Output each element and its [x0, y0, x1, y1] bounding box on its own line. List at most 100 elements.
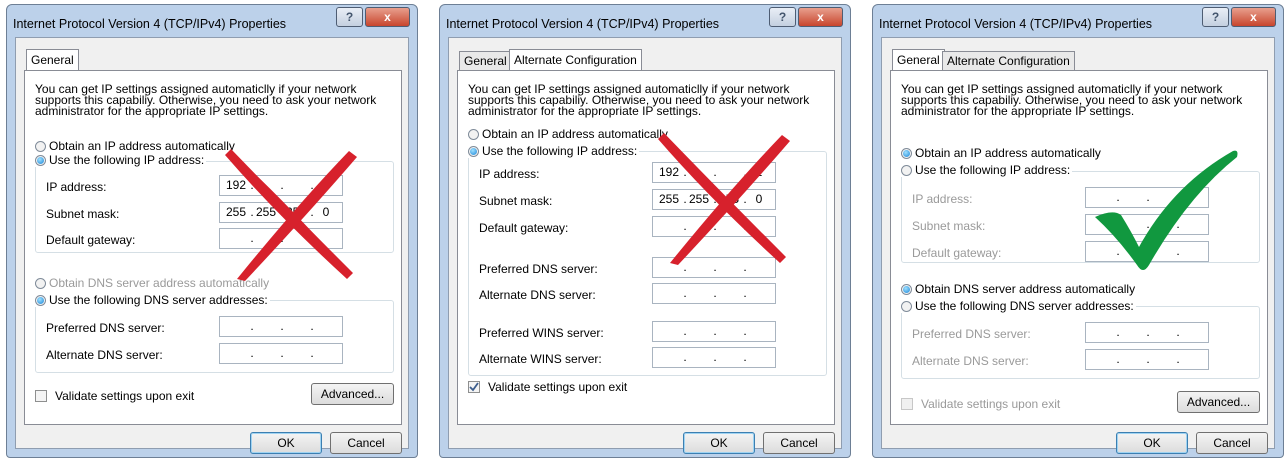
close-button[interactable]: x [365, 7, 410, 27]
alternate-dns-field: ... [1085, 349, 1209, 370]
cancel-button[interactable]: Cancel [1196, 432, 1268, 454]
ip-dot-separator: . [713, 260, 717, 274]
subnet-mask-field[interactable]: 255 255 255 0... [652, 189, 776, 210]
tab-panel-alternate: You can get IP settings assigned automat… [457, 70, 835, 425]
ip-dot-separator: . [743, 286, 747, 300]
ip-dot-separator: . [683, 165, 687, 179]
alternate-dns-field[interactable]: ... [219, 343, 343, 364]
window-title: Internet Protocol Version 4 (TCP/IPv4) P… [879, 17, 1153, 31]
window-title: Internet Protocol Version 4 (TCP/IPv4) P… [13, 17, 287, 31]
ip-dot-separator: . [1116, 352, 1120, 366]
use-ip-radio[interactable]: Use the following IP address: [468, 144, 640, 158]
tab-general[interactable]: General [892, 49, 945, 71]
obtain-ip-radio[interactable]: Obtain an IP address automatically [35, 139, 235, 153]
obtain-ip-radio[interactable]: Obtain an IP address automatically [468, 127, 668, 141]
help-button[interactable]: ? [1202, 7, 1229, 27]
ip-octet: 255 [225, 205, 247, 219]
alternate-dns-label: Alternate DNS server: [912, 354, 1029, 368]
ip-dot-separator: . [250, 231, 254, 245]
description-text: You can get IP settings assigned automat… [468, 82, 810, 118]
subnet-mask-field[interactable]: 255 255 255 0... [219, 202, 343, 223]
obtain-dns-radio[interactable]: Obtain DNS server address automatically [35, 276, 269, 290]
ip-octet: 2 [755, 165, 763, 179]
tab-general[interactable]: General [459, 51, 512, 71]
ip-dot-separator: . [743, 192, 747, 206]
ip-dot-separator: . [310, 346, 314, 360]
default-gateway-label: Default gateway: [479, 221, 569, 235]
ip-dot-separator: . [1176, 352, 1180, 366]
default-gateway-field[interactable]: ... [219, 228, 343, 249]
use-dns-label: Use the following DNS server addresses: [915, 299, 1134, 313]
checkbox-checked-icon [468, 381, 480, 393]
close-button[interactable]: x [798, 7, 843, 27]
validate-label: Validate settings upon exit [55, 389, 195, 403]
use-ip-radio[interactable]: Use the following IP address: [35, 153, 207, 167]
ip-address-label: IP address: [912, 192, 973, 206]
ip-dot-separator: . [250, 346, 254, 360]
use-ip-label: Use the following IP address: [915, 163, 1071, 177]
preferred-dns-field[interactable]: ... [219, 316, 343, 337]
use-ip-radio[interactable]: Use the following IP address: [901, 163, 1073, 177]
ip-dot-separator: . [310, 205, 314, 219]
use-ip-label: Use the following IP address: [482, 144, 638, 158]
tab-alternate-configuration[interactable]: Alternate Configuration [509, 49, 642, 71]
ip-dot-separator: . [1116, 244, 1120, 258]
advanced-button[interactable]: Advanced... [1177, 391, 1260, 413]
default-gateway-field: ... [1085, 241, 1209, 262]
preferred-wins-field[interactable]: ... [652, 321, 776, 342]
cancel-button[interactable]: Cancel [763, 432, 835, 454]
tab-alternate-configuration[interactable]: Alternate Configuration [942, 51, 1075, 71]
obtain-ip-radio[interactable]: Obtain an IP address automatically [901, 146, 1101, 160]
ip-dot-separator: . [1176, 217, 1180, 231]
ok-button[interactable]: OK [683, 432, 755, 454]
radio-icon [901, 301, 912, 312]
alternate-dns-field[interactable]: ... [652, 283, 776, 304]
close-button[interactable]: x [1231, 7, 1276, 27]
ip-dot-separator: . [1146, 190, 1150, 204]
ip-dot-separator: . [1146, 217, 1150, 231]
help-button[interactable]: ? [336, 7, 363, 27]
radio-icon [468, 129, 479, 140]
dialog-static-ip-alternate-tab: Internet Protocol Version 4 (TCP/IPv4) P… [439, 4, 851, 458]
radio-icon [35, 141, 46, 152]
use-dns-radio[interactable]: Use the following DNS server addresses: [901, 299, 1136, 313]
validate-checkbox[interactable]: Validate settings upon exit [35, 389, 194, 403]
alternate-ip-group: IP address: 192 2... Subnet mask: 255 255 2… [468, 151, 827, 376]
validate-checkbox[interactable]: Validate settings upon exit [468, 380, 627, 394]
default-gateway-field[interactable]: ... [652, 216, 776, 237]
radio-selected-icon [35, 295, 46, 306]
ip-dot-separator: . [1146, 352, 1150, 366]
ip-octet: 0 [755, 192, 763, 206]
ok-button[interactable]: OK [250, 432, 322, 454]
use-dns-radio[interactable]: Use the following DNS server addresses: [35, 293, 270, 307]
cancel-button[interactable]: Cancel [330, 432, 402, 454]
radio-selected-icon [901, 284, 912, 295]
ip-address-field[interactable]: 192 2... [652, 162, 776, 183]
ip-dot-separator: . [1116, 217, 1120, 231]
ip-dot-separator: . [713, 192, 717, 206]
ok-button[interactable]: OK [1116, 432, 1188, 454]
preferred-dns-field[interactable]: ... [652, 257, 776, 278]
ip-dot-separator: . [683, 286, 687, 300]
ip-address-label: IP address: [46, 180, 107, 194]
alternate-wins-label: Alternate WINS server: [479, 352, 602, 366]
tab-general[interactable]: General [26, 49, 79, 71]
advanced-button[interactable]: Advanced... [311, 383, 394, 405]
ip-octet: 255 [285, 205, 307, 219]
help-button[interactable]: ? [769, 7, 796, 27]
ip-dot-separator: . [280, 346, 284, 360]
ip-dot-separator: . [713, 165, 717, 179]
obtain-dns-label: Obtain DNS server address automatically [915, 282, 1136, 296]
alternate-wins-field[interactable]: ... [652, 347, 776, 368]
checkbox-icon [901, 398, 913, 410]
ip-dot-separator: . [713, 219, 717, 233]
ip-dot-separator: . [250, 178, 254, 192]
ip-dot-separator: . [743, 219, 747, 233]
dialog-client-area: General Alternate Configuration You can … [448, 37, 842, 454]
ip-address-group: IP address: 192 5... Subnet mask: 255 255 2… [35, 161, 394, 253]
ip-address-field[interactable]: 192 5... [219, 175, 343, 196]
alternate-dns-label: Alternate DNS server: [479, 288, 596, 302]
ip-dot-separator: . [683, 324, 687, 338]
ip-dot-separator: . [713, 350, 717, 364]
obtain-dns-radio[interactable]: Obtain DNS server address automatically [901, 282, 1135, 296]
